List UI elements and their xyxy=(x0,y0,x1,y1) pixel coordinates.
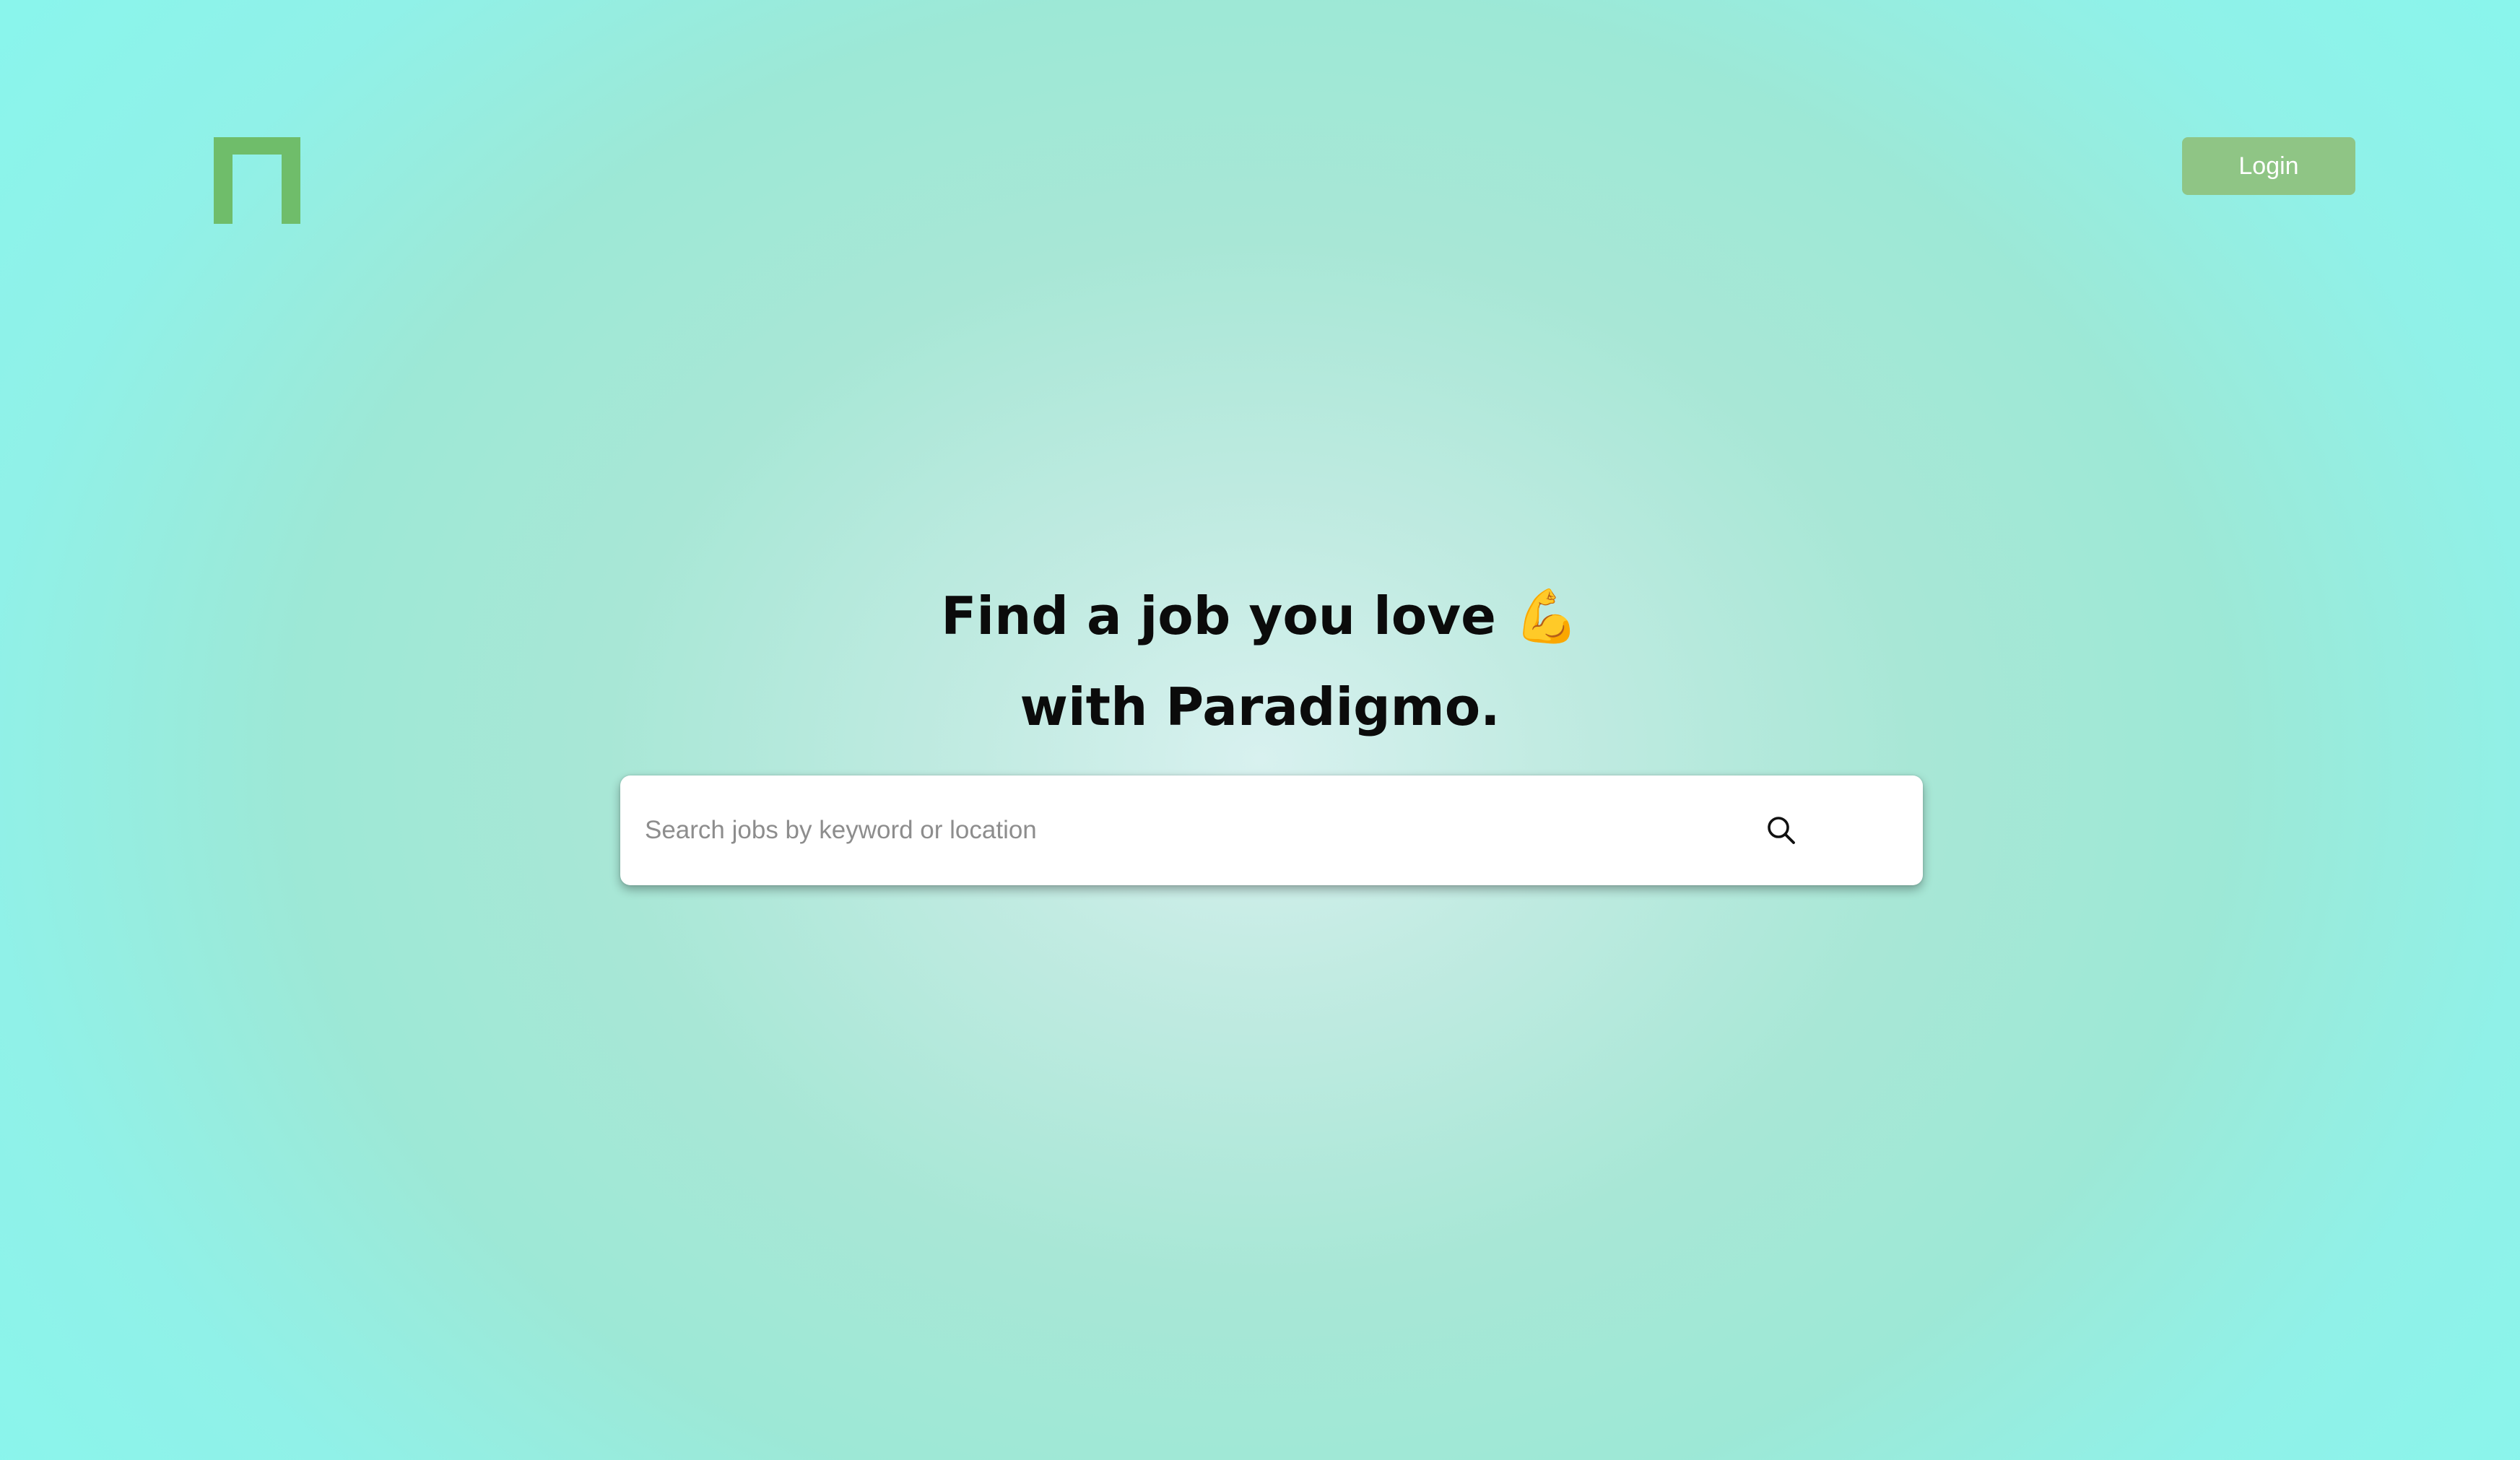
search-bar xyxy=(620,775,1923,885)
page-title: Find a job you love 💪 with Paradigmo. xyxy=(0,570,2520,752)
paradigmo-logo-icon[interactable] xyxy=(214,137,300,224)
headline-line-1: Find a job you love 💪 xyxy=(941,586,1579,646)
search-input[interactable] xyxy=(645,775,1836,885)
login-button[interactable]: Login xyxy=(2182,137,2355,195)
search-icon[interactable] xyxy=(1764,813,1799,848)
headline-line-2: with Paradigmo. xyxy=(1020,677,1500,737)
